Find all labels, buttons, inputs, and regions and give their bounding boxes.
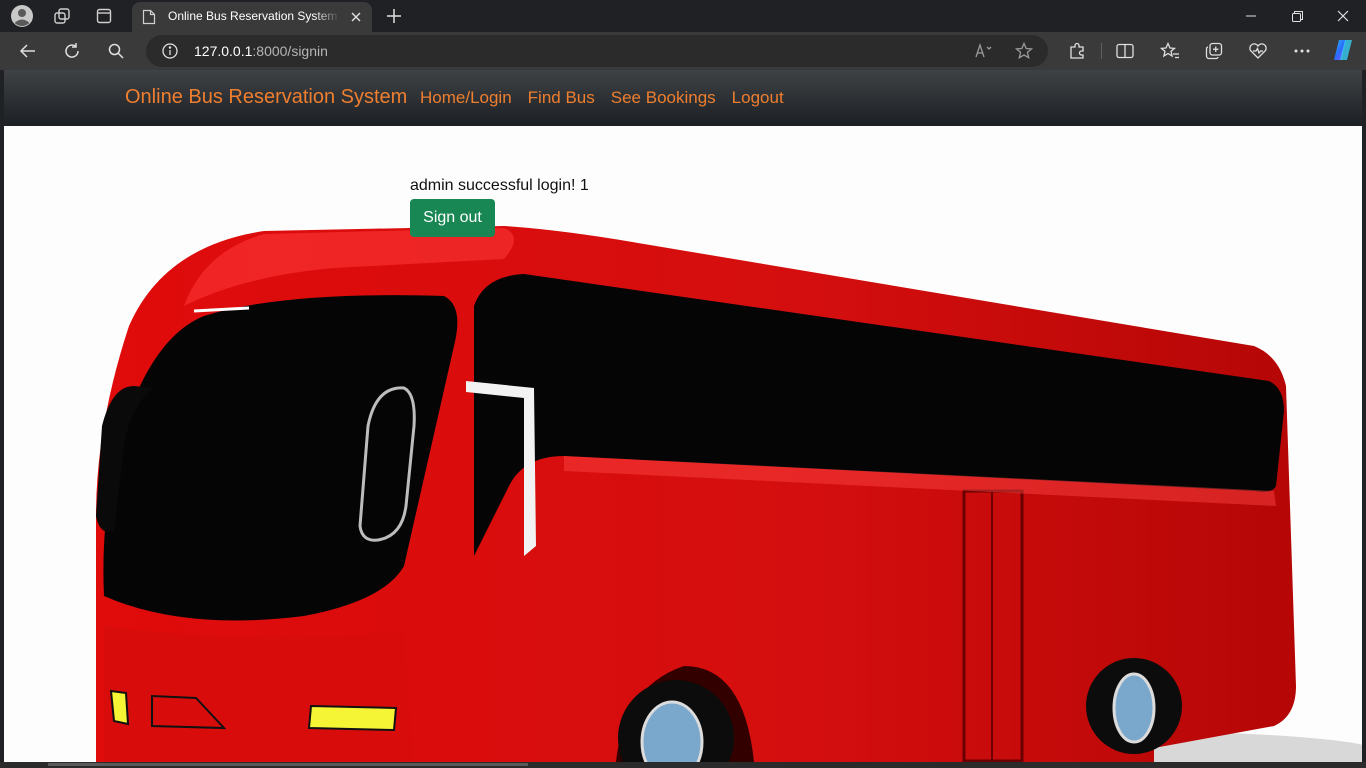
url-text[interactable]: 127.0.0.1:8000/signin bbox=[194, 43, 328, 59]
browser-essentials-icon[interactable] bbox=[1246, 39, 1270, 63]
more-icon[interactable] bbox=[1290, 39, 1314, 63]
nav-link-find-bus[interactable]: Find Bus bbox=[528, 88, 595, 108]
minimize-icon[interactable] bbox=[1228, 0, 1274, 32]
nav-link-see-bookings[interactable]: See Bookings bbox=[611, 88, 716, 108]
read-aloud-icon[interactable] bbox=[974, 41, 994, 61]
hero-bus-image bbox=[4, 126, 1362, 762]
url-path: :8000/signin bbox=[252, 43, 328, 59]
favorite-icon[interactable] bbox=[1014, 41, 1034, 61]
login-status-message: admin successful login! 1 bbox=[410, 177, 589, 194]
refresh-icon[interactable] bbox=[58, 37, 86, 65]
nav-link-logout[interactable]: Logout bbox=[732, 88, 784, 108]
collections-icon[interactable] bbox=[1202, 39, 1226, 63]
horizontal-scrollbar[interactable] bbox=[48, 763, 528, 766]
site-navbar: Online Bus Reservation System Home/Login… bbox=[4, 70, 1362, 126]
favorites-icon[interactable] bbox=[1158, 39, 1182, 63]
tab-strip: Online Bus Reservation System in Django bbox=[0, 0, 1366, 32]
toolbar-separator bbox=[1101, 43, 1102, 59]
workspaces-icon[interactable] bbox=[50, 4, 74, 28]
browser-toolbar: 127.0.0.1:8000/signin bbox=[0, 32, 1366, 70]
window-bottom-edge bbox=[0, 762, 1366, 768]
new-tab-icon[interactable] bbox=[382, 4, 406, 28]
nav-link-home-login[interactable]: Home/Login bbox=[420, 88, 512, 108]
search-icon[interactable] bbox=[102, 37, 130, 65]
site-info-icon[interactable] bbox=[162, 43, 178, 63]
tab-title: Online Bus Reservation System in Django bbox=[168, 9, 340, 23]
back-icon[interactable] bbox=[14, 37, 42, 65]
extensions-icon[interactable] bbox=[1065, 39, 1089, 63]
copilot-icon[interactable] bbox=[1331, 38, 1355, 62]
page-viewport: Online Bus Reservation System Home/Login… bbox=[4, 70, 1362, 762]
nav-links: Home/Login Find Bus See Bookings Logout bbox=[420, 88, 784, 108]
profile-icon[interactable] bbox=[10, 4, 34, 28]
sign-out-button[interactable]: Sign out bbox=[410, 199, 495, 237]
red-bus-illustration bbox=[96, 226, 1362, 762]
page-icon bbox=[142, 9, 156, 29]
navbar-brand[interactable]: Online Bus Reservation System bbox=[125, 86, 407, 109]
restore-icon[interactable] bbox=[1274, 0, 1320, 32]
active-tab[interactable]: Online Bus Reservation System in Django bbox=[132, 2, 372, 32]
address-bar[interactable]: 127.0.0.1:8000/signin bbox=[146, 35, 1048, 67]
tab-actions-icon[interactable] bbox=[92, 4, 116, 28]
window-close-icon[interactable] bbox=[1320, 0, 1366, 32]
url-host: 127.0.0.1 bbox=[194, 43, 253, 59]
close-icon[interactable] bbox=[348, 9, 364, 25]
split-screen-icon[interactable] bbox=[1113, 39, 1137, 63]
